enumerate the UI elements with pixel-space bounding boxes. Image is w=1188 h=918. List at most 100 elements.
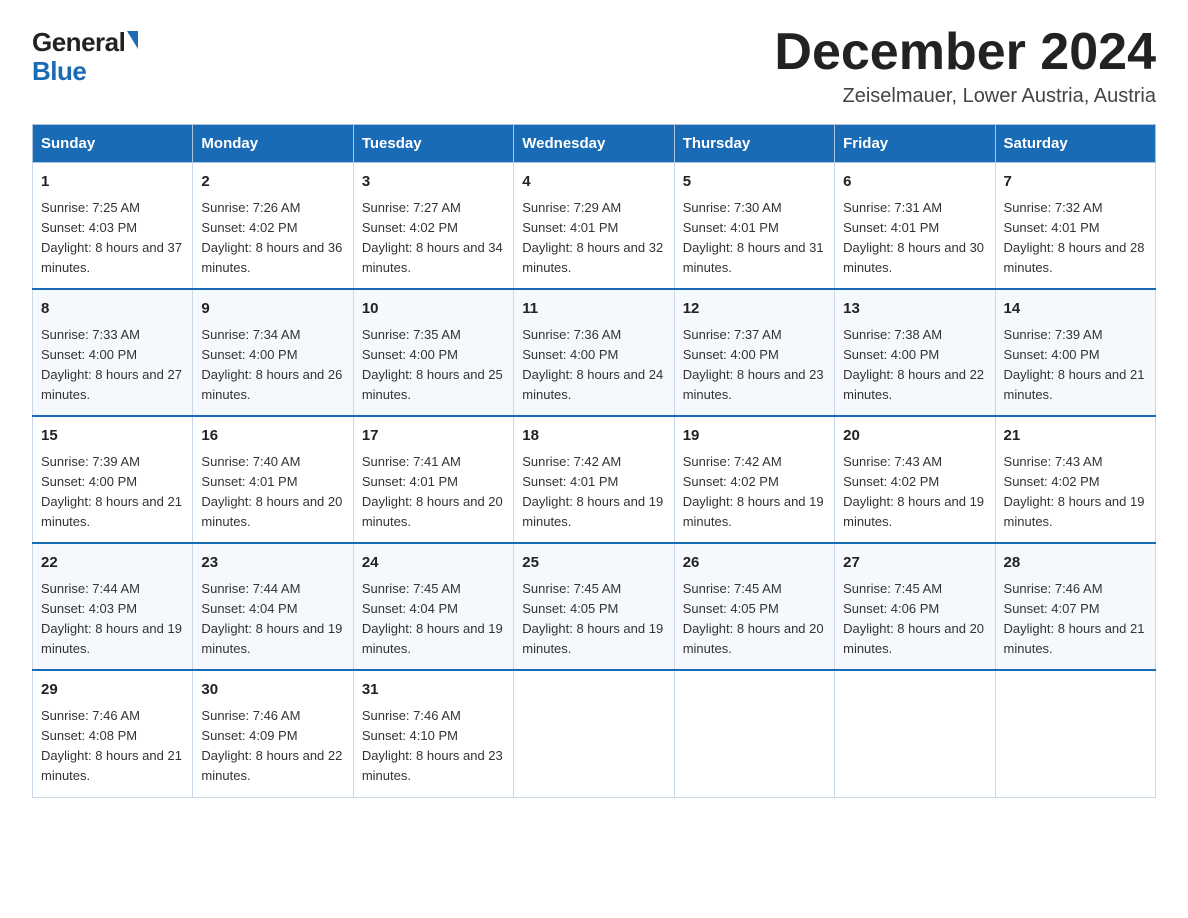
day-number: 1: [41, 171, 184, 194]
day-info: Sunrise: 7:43 AMSunset: 4:02 PMDaylight:…: [1004, 452, 1147, 533]
calendar-day-cell: 8 Sunrise: 7:33 AMSunset: 4:00 PMDaylight…: [33, 289, 193, 416]
logo-blue-text: Blue: [32, 57, 86, 86]
day-info: Sunrise: 7:46 AMSunset: 4:09 PMDaylight:…: [201, 706, 344, 787]
day-number: 11: [522, 298, 665, 321]
day-number: 3: [362, 171, 505, 194]
day-number: 13: [843, 298, 986, 321]
calendar-day-cell: 25 Sunrise: 7:45 AMSunset: 4:05 PMDayligh…: [514, 543, 674, 670]
day-number: 8: [41, 298, 184, 321]
day-number: 17: [362, 425, 505, 448]
day-number: 24: [362, 552, 505, 575]
calendar-day-cell: [835, 670, 995, 797]
weekday-header-tuesday: Tuesday: [353, 125, 513, 163]
day-number: 5: [683, 171, 826, 194]
calendar-day-cell: 21 Sunrise: 7:43 AMSunset: 4:02 PMDayligh…: [995, 416, 1155, 543]
calendar-day-cell: 14Sunrise: 7:39 AMSunset: 4:00 PMDayligh…: [995, 289, 1155, 416]
day-number: 22: [41, 552, 184, 575]
day-number: 28: [1004, 552, 1147, 575]
day-info: Sunrise: 7:37 AMSunset: 4:00 PMDaylight:…: [683, 325, 826, 406]
day-info: Sunrise: 7:29 AMSunset: 4:01 PMDaylight:…: [522, 198, 665, 279]
day-number: 10: [362, 298, 505, 321]
location-text: Zeiselmauer, Lower Austria, Austria: [774, 85, 1156, 108]
day-info: Sunrise: 7:38 AMSunset: 4:00 PMDaylight:…: [843, 325, 986, 406]
day-number: 14: [1004, 298, 1147, 321]
weekday-header-friday: Friday: [835, 125, 995, 163]
day-info: Sunrise: 7:44 AMSunset: 4:03 PMDaylight:…: [41, 579, 184, 660]
day-info: Sunrise: 7:46 AMSunset: 4:10 PMDaylight:…: [362, 706, 505, 787]
day-info: Sunrise: 7:27 AMSunset: 4:02 PMDaylight:…: [362, 198, 505, 279]
day-number: 26: [683, 552, 826, 575]
logo: General Blue: [32, 28, 138, 85]
day-number: 18: [522, 425, 665, 448]
day-info: Sunrise: 7:43 AMSunset: 4:02 PMDaylight:…: [843, 452, 986, 533]
calendar-day-cell: 16 Sunrise: 7:40 AMSunset: 4:01 PMDayligh…: [193, 416, 353, 543]
day-info: Sunrise: 7:46 AMSunset: 4:07 PMDaylight:…: [1004, 579, 1147, 660]
calendar-day-cell: 5 Sunrise: 7:30 AMSunset: 4:01 PMDaylight…: [674, 163, 834, 290]
day-info: Sunrise: 7:34 AMSunset: 4:00 PMDaylight:…: [201, 325, 344, 406]
calendar-day-cell: 26Sunrise: 7:45 AMSunset: 4:05 PMDayligh…: [674, 543, 834, 670]
day-number: 2: [201, 171, 344, 194]
day-info: Sunrise: 7:44 AMSunset: 4:04 PMDaylight:…: [201, 579, 344, 660]
calendar-day-cell: 22 Sunrise: 7:44 AMSunset: 4:03 PMDayligh…: [33, 543, 193, 670]
calendar-day-cell: 2 Sunrise: 7:26 AMSunset: 4:02 PMDaylight…: [193, 163, 353, 290]
calendar-day-cell: 10 Sunrise: 7:35 AMSunset: 4:00 PMDayligh…: [353, 289, 513, 416]
day-info: Sunrise: 7:45 AMSunset: 4:05 PMDaylight:…: [522, 579, 665, 660]
calendar-day-cell: 20 Sunrise: 7:43 AMSunset: 4:02 PMDayligh…: [835, 416, 995, 543]
calendar-day-cell: 7 Sunrise: 7:32 AMSunset: 4:01 PMDaylight…: [995, 163, 1155, 290]
weekday-header-thursday: Thursday: [674, 125, 834, 163]
day-number: 25: [522, 552, 665, 575]
calendar-day-cell: 3 Sunrise: 7:27 AMSunset: 4:02 PMDaylight…: [353, 163, 513, 290]
title-section: December 2024 Zeiselmauer, Lower Austria…: [774, 24, 1156, 108]
day-info: Sunrise: 7:35 AMSunset: 4:00 PMDaylight:…: [362, 325, 505, 406]
calendar-week-row: 1 Sunrise: 7:25 AMSunset: 4:03 PMDaylight…: [33, 163, 1156, 290]
day-info: Sunrise: 7:33 AMSunset: 4:00 PMDaylight:…: [41, 325, 184, 406]
day-info: Sunrise: 7:26 AMSunset: 4:02 PMDaylight:…: [201, 198, 344, 279]
day-number: 21: [1004, 425, 1147, 448]
day-info: Sunrise: 7:45 AMSunset: 4:04 PMDaylight:…: [362, 579, 505, 660]
day-number: 29: [41, 679, 184, 702]
calendar-day-cell: 24 Sunrise: 7:45 AMSunset: 4:04 PMDayligh…: [353, 543, 513, 670]
day-info: Sunrise: 7:31 AMSunset: 4:01 PMDaylight:…: [843, 198, 986, 279]
day-info: Sunrise: 7:41 AMSunset: 4:01 PMDaylight:…: [362, 452, 505, 533]
calendar-day-cell: 17 Sunrise: 7:41 AMSunset: 4:01 PMDayligh…: [353, 416, 513, 543]
calendar-week-row: 15Sunrise: 7:39 AMSunset: 4:00 PMDayligh…: [33, 416, 1156, 543]
calendar-day-cell: 6 Sunrise: 7:31 AMSunset: 4:01 PMDaylight…: [835, 163, 995, 290]
calendar-week-row: 29Sunrise: 7:46 AMSunset: 4:08 PMDayligh…: [33, 670, 1156, 797]
calendar-day-cell: 13 Sunrise: 7:38 AMSunset: 4:00 PMDayligh…: [835, 289, 995, 416]
calendar-day-cell: 15Sunrise: 7:39 AMSunset: 4:00 PMDayligh…: [33, 416, 193, 543]
weekday-header-row: SundayMondayTuesdayWednesdayThursdayFrid…: [33, 125, 1156, 163]
calendar-week-row: 8 Sunrise: 7:33 AMSunset: 4:00 PMDaylight…: [33, 289, 1156, 416]
day-number: 19: [683, 425, 826, 448]
calendar-day-cell: 31 Sunrise: 7:46 AMSunset: 4:10 PMDayligh…: [353, 670, 513, 797]
day-number: 31: [362, 679, 505, 702]
calendar-day-cell: 9 Sunrise: 7:34 AMSunset: 4:00 PMDaylight…: [193, 289, 353, 416]
day-info: Sunrise: 7:25 AMSunset: 4:03 PMDaylight:…: [41, 198, 184, 279]
day-number: 4: [522, 171, 665, 194]
day-number: 23: [201, 552, 344, 575]
day-info: Sunrise: 7:32 AMSunset: 4:01 PMDaylight:…: [1004, 198, 1147, 279]
day-info: Sunrise: 7:42 AMSunset: 4:02 PMDaylight:…: [683, 452, 826, 533]
calendar-day-cell: 18 Sunrise: 7:42 AMSunset: 4:01 PMDayligh…: [514, 416, 674, 543]
day-number: 7: [1004, 171, 1147, 194]
day-number: 20: [843, 425, 986, 448]
day-number: 16: [201, 425, 344, 448]
day-number: 30: [201, 679, 344, 702]
page-header: General Blue December 2024 Zeiselmauer, …: [32, 24, 1156, 108]
month-title: December 2024: [774, 24, 1156, 81]
calendar-day-cell: 27 Sunrise: 7:45 AMSunset: 4:06 PMDayligh…: [835, 543, 995, 670]
calendar-day-cell: 30 Sunrise: 7:46 AMSunset: 4:09 PMDayligh…: [193, 670, 353, 797]
day-number: 6: [843, 171, 986, 194]
calendar-table: SundayMondayTuesdayWednesdayThursdayFrid…: [32, 124, 1156, 797]
calendar-day-cell: 11Sunrise: 7:36 AMSunset: 4:00 PMDayligh…: [514, 289, 674, 416]
calendar-day-cell: [995, 670, 1155, 797]
day-info: Sunrise: 7:42 AMSunset: 4:01 PMDaylight:…: [522, 452, 665, 533]
day-info: Sunrise: 7:45 AMSunset: 4:06 PMDaylight:…: [843, 579, 986, 660]
logo-general-text: General: [32, 28, 125, 57]
day-number: 9: [201, 298, 344, 321]
day-info: Sunrise: 7:40 AMSunset: 4:01 PMDaylight:…: [201, 452, 344, 533]
day-info: Sunrise: 7:39 AMSunset: 4:00 PMDaylight:…: [41, 452, 184, 533]
day-info: Sunrise: 7:30 AMSunset: 4:01 PMDaylight:…: [683, 198, 826, 279]
calendar-day-cell: 19 Sunrise: 7:42 AMSunset: 4:02 PMDayligh…: [674, 416, 834, 543]
weekday-header-saturday: Saturday: [995, 125, 1155, 163]
day-number: 27: [843, 552, 986, 575]
